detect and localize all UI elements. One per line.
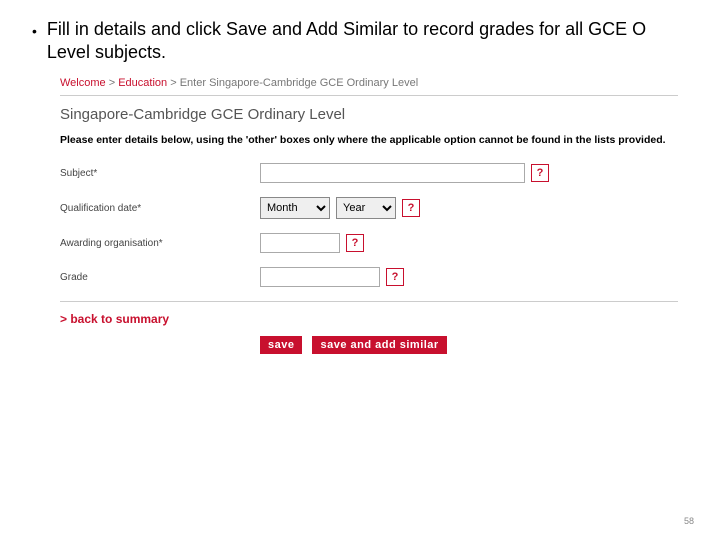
label-subject: Subject*	[60, 168, 260, 179]
year-select[interactable]: Year	[336, 197, 396, 219]
help-icon[interactable]: ?	[386, 268, 404, 286]
grade-input[interactable]	[260, 267, 380, 287]
awarding-input[interactable]	[260, 233, 340, 253]
help-icon[interactable]: ?	[402, 199, 420, 217]
back-to-summary-link[interactable]: > back to summary	[60, 312, 678, 326]
breadcrumb: Welcome > Education > Enter Singapore-Ca…	[60, 77, 678, 89]
form-screenshot: Welcome > Education > Enter Singapore-Ca…	[60, 77, 678, 354]
field-grade: Grade ?	[60, 267, 678, 287]
save-button[interactable]: save	[260, 336, 302, 354]
bullet-text: Fill in details and click Save and Add S…	[47, 18, 688, 63]
label-awarding: Awarding organisation*	[60, 238, 260, 249]
breadcrumb-sep: >	[109, 77, 115, 89]
subject-input[interactable]	[260, 163, 525, 183]
bullet-marker: •	[32, 23, 37, 39]
save-and-add-similar-button[interactable]: save and add similar	[312, 336, 446, 354]
instruction-text: Please enter details below, using the 'o…	[60, 133, 678, 147]
help-icon[interactable]: ?	[346, 234, 364, 252]
bullet-item: • Fill in details and click Save and Add…	[32, 18, 688, 63]
page-number: 58	[684, 516, 694, 526]
field-subject: Subject* ?	[60, 163, 678, 183]
field-awarding-org: Awarding organisation* ?	[60, 233, 678, 253]
divider	[60, 301, 678, 302]
breadcrumb-sep: >	[170, 77, 176, 89]
label-grade: Grade	[60, 272, 260, 283]
label-qual-date: Qualification date*	[60, 203, 260, 214]
month-select[interactable]: Month	[260, 197, 330, 219]
breadcrumb-current: Enter Singapore-Cambridge GCE Ordinary L…	[180, 77, 418, 89]
breadcrumb-welcome[interactable]: Welcome	[60, 77, 106, 89]
button-row: save save and add similar	[260, 336, 678, 354]
help-icon[interactable]: ?	[531, 164, 549, 182]
divider	[60, 95, 678, 96]
section-title: Singapore-Cambridge GCE Ordinary Level	[60, 106, 678, 123]
field-qualification-date: Qualification date* Month Year ?	[60, 197, 678, 219]
breadcrumb-education[interactable]: Education	[118, 77, 167, 89]
